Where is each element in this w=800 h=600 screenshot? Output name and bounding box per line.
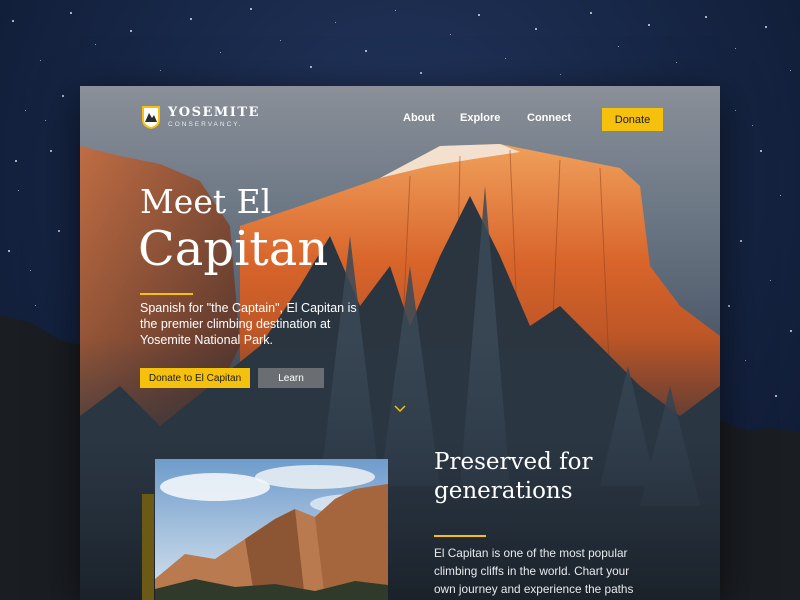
yosemite-badge-icon [142, 106, 160, 129]
nav-link-explore[interactable]: Explore [460, 112, 500, 124]
section-body-text: El Capitan is one of the most popular cl… [434, 546, 634, 596]
hero-title-line2: Capitan [138, 221, 329, 277]
donate-el-capitan-button[interactable]: Donate to El Capitan [140, 368, 250, 388]
learn-button[interactable]: Learn [258, 368, 324, 388]
hero-accent-rule [140, 293, 193, 295]
nav-donate-button[interactable]: Donate [602, 108, 663, 131]
brand-name: YOSEMITE [168, 104, 260, 120]
top-navigation: YOSEMITE CONSERVANCY. About Explore Conn… [80, 86, 720, 152]
section-accent-rule [434, 535, 486, 537]
chevron-down-icon[interactable] [393, 404, 407, 414]
hero-title-line1: Meet El [140, 182, 272, 221]
brand-subtitle: CONSERVANCY. [168, 120, 243, 128]
nav-link-connect[interactable]: Connect [527, 112, 571, 124]
brand-logo[interactable]: YOSEMITE CONSERVANCY. [140, 104, 260, 130]
yosemite-valley-photo [155, 459, 388, 600]
section-title: Preserved for generations [434, 449, 593, 504]
nav-link-about[interactable]: About [403, 112, 435, 124]
photo-accent-strip [142, 494, 154, 600]
website-mockup: YOSEMITE CONSERVANCY. About Explore Conn… [80, 86, 720, 600]
hero-description: Spanish for "the Captain", El Capitan is… [140, 301, 357, 347]
